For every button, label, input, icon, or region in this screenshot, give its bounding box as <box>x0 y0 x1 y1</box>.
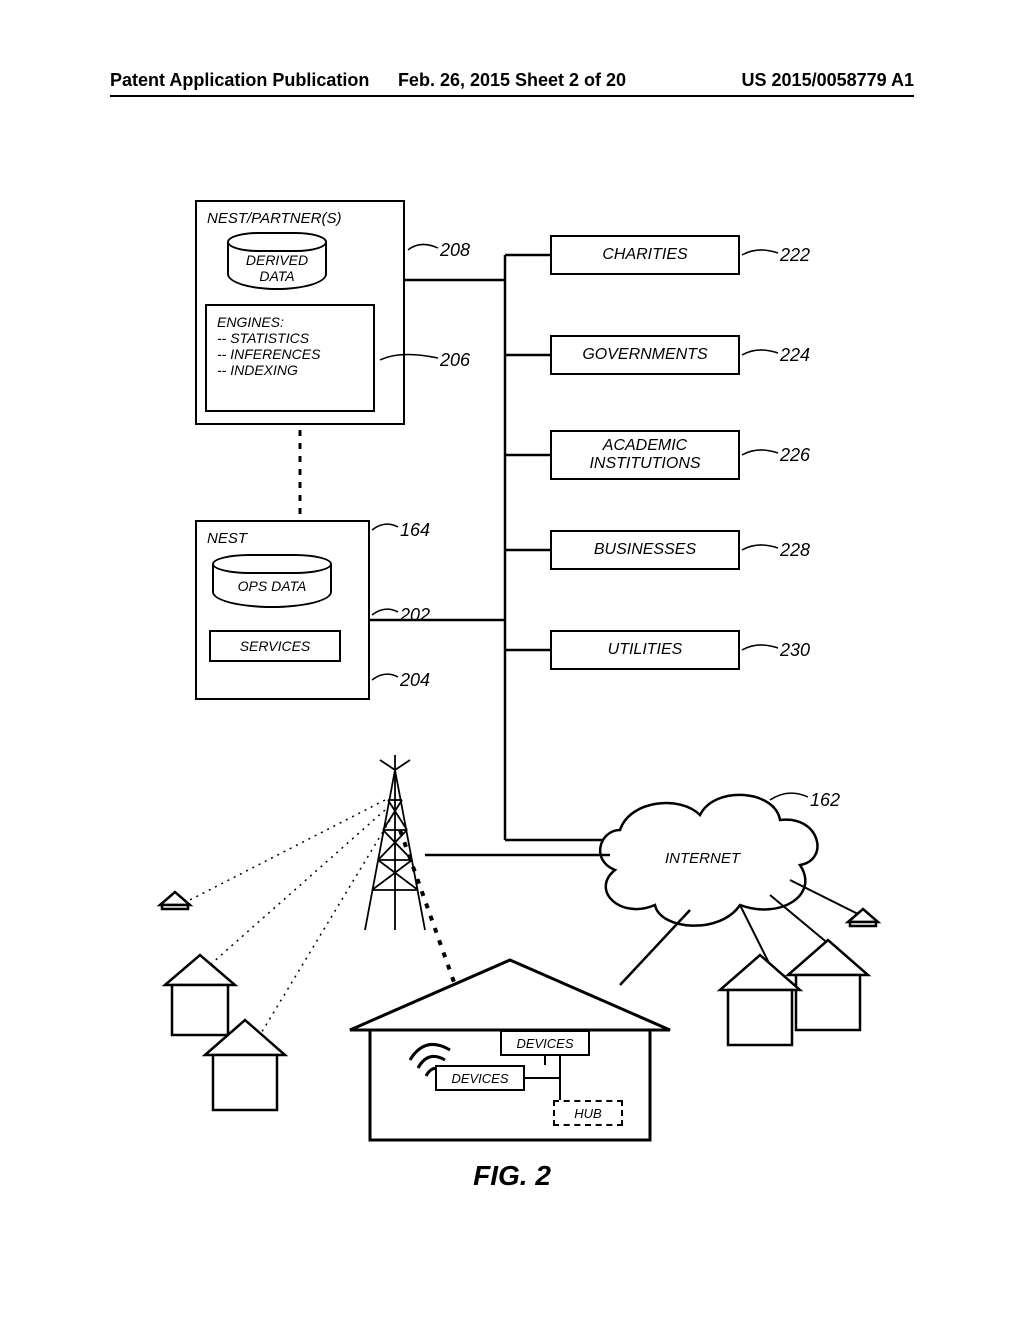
figure-diagram: NEST/PARTNER(S) DERIVED DATA ENGINES: --… <box>0 0 1024 1320</box>
house-inner-lines <box>0 0 1024 1320</box>
figure-caption: FIG. 2 <box>0 1160 1024 1192</box>
